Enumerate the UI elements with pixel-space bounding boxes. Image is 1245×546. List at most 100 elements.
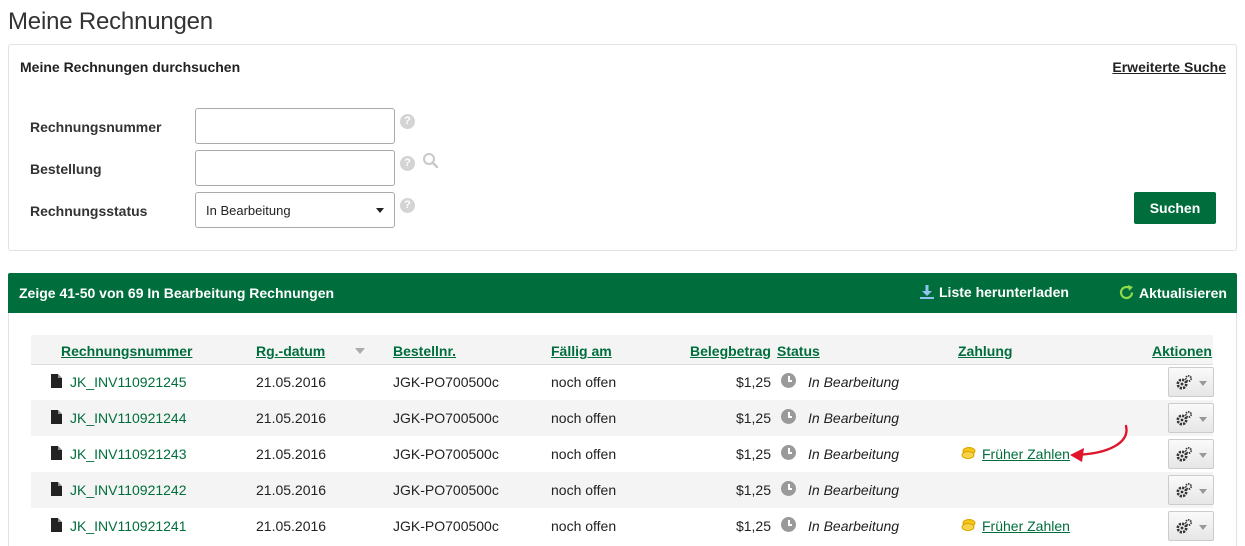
table-row: JK_INV110921245 21.05.2016 JGK-PO700500c no… [31,364,1214,400]
help-icon[interactable]: ? [400,156,415,171]
results-header: Zeige 41-50 von 69 In Bearbeitung Rechnu… [8,273,1237,313]
chevron-down-icon [1199,417,1207,422]
amount: $1,25 [735,374,771,390]
column-header-actions[interactable]: Aktionen [1152,343,1212,359]
status-select[interactable]: In Bearbeitung [195,192,395,228]
chevron-down-icon [1199,525,1207,530]
invoice-number-link[interactable]: JK_INV110921241 [70,518,187,534]
sort-descending-icon[interactable] [355,348,365,354]
due-date: noch offen [551,482,617,498]
clock-icon [781,409,796,424]
page-title: Meine Rechnungen [8,8,213,35]
download-list-label: Liste herunterladen [939,284,1069,300]
actions-menu-button[interactable] [1168,511,1214,541]
results-table-container: Rechnungsnummer Rg.-datum Bestellnr. Fäl… [8,313,1237,546]
invoice-date: 21.05.2016 [256,374,327,390]
document-icon [51,482,62,496]
clock-icon [781,517,796,532]
search-button[interactable]: Suchen [1134,192,1216,224]
download-list-button[interactable]: Liste herunterladen [919,284,1069,300]
due-date: noch offen [551,518,617,534]
due-date: noch offen [551,410,617,426]
column-header-date[interactable]: Rg.-datum [256,343,325,359]
refresh-label: Aktualisieren [1139,284,1227,301]
pay-early-link[interactable]: Früher Zahlen [982,446,1070,462]
due-date: noch offen [551,446,617,462]
gear-icon [1176,519,1192,534]
table-row: JK_INV110921243 21.05.2016 JGK-PO700500c no… [31,436,1214,472]
column-header-invoice[interactable]: Rechnungsnummer [61,343,192,359]
search-panel: Meine Rechnungen durchsuchen Erweiterte … [8,44,1237,251]
gear-icon [1176,375,1192,390]
order-number: JGK-PO700500c [393,482,499,498]
download-icon [920,285,934,299]
invoice-number-input[interactable] [195,108,395,144]
gear-icon [1176,483,1192,498]
invoice-date: 21.05.2016 [256,518,327,534]
actions-menu-button[interactable] [1168,439,1214,469]
chevron-down-icon [1199,489,1207,494]
order-number: JGK-PO700500c [393,518,499,534]
status-text: In Bearbeitung [808,518,900,534]
pay-early-link[interactable]: Früher Zahlen [982,518,1070,534]
column-header-order[interactable]: Bestellnr. [393,343,456,359]
amount: $1,25 [735,518,771,534]
refresh-icon [1119,285,1134,300]
invoice-number-link[interactable]: JK_INV110921242 [70,482,187,498]
status-label: Rechnungsstatus [30,203,148,219]
clock-icon [781,373,796,388]
status-text: In Bearbeitung [808,482,900,498]
status-text: In Bearbeitung [808,446,900,462]
invoice-date: 21.05.2016 [256,482,327,498]
invoice-number-link[interactable]: JK_INV110921243 [70,446,187,462]
status-select-value: In Bearbeitung [206,203,291,218]
order-label: Bestellung [30,161,102,177]
search-panel-title: Meine Rechnungen durchsuchen [20,59,241,75]
invoice-number-link[interactable]: JK_INV110921245 [70,374,187,390]
status-text: In Bearbeitung [808,374,900,390]
gear-icon [1176,411,1192,426]
coins-icon [961,447,976,459]
status-text: In Bearbeitung [808,410,900,426]
amount: $1,25 [735,410,771,426]
refresh-button[interactable]: Aktualisieren [1118,284,1227,301]
help-icon[interactable]: ? [400,198,415,213]
due-date: noch offen [551,374,617,390]
advanced-search-link[interactable]: Erweiterte Suche [1112,59,1226,75]
order-number: JGK-PO700500c [393,446,499,462]
table-row: JK_INV110921241 21.05.2016 JGK-PO700500c no… [31,508,1214,544]
chevron-down-icon [1199,381,1207,386]
results-summary: Zeige 41-50 von 69 In Bearbeitung Rechnu… [19,285,335,301]
amount: $1,25 [735,446,771,462]
document-icon [51,446,62,460]
annotation-arrow [1070,424,1128,462]
document-icon [51,374,62,388]
column-header-amount[interactable]: Belegbetrag [690,343,771,359]
search-icon[interactable] [422,152,439,169]
table-row: JK_INV110921242 21.05.2016 JGK-PO700500c no… [31,472,1214,508]
column-header-status[interactable]: Status [777,343,820,359]
chevron-down-icon [1199,453,1207,458]
order-number: JGK-PO700500c [393,374,499,390]
invoice-date: 21.05.2016 [256,410,327,426]
document-icon [51,518,62,532]
amount: $1,25 [735,482,771,498]
clock-icon [781,481,796,496]
actions-menu-button[interactable] [1168,367,1214,397]
document-icon [51,410,62,424]
column-header-payment[interactable]: Zahlung [958,343,1012,359]
clock-icon [781,445,796,460]
order-input[interactable] [195,150,395,186]
coins-icon [961,519,976,531]
table-row: JK_INV110921244 21.05.2016 JGK-PO700500c no… [31,400,1214,436]
column-header-due[interactable]: Fällig am [551,343,612,359]
invoice-number-link[interactable]: JK_INV110921244 [70,410,187,426]
help-icon[interactable]: ? [400,114,415,129]
invoice-number-label: Rechnungsnummer [30,119,162,135]
actions-menu-button[interactable] [1168,403,1214,433]
chevron-down-icon [376,208,384,213]
order-number: JGK-PO700500c [393,410,499,426]
gear-icon [1176,447,1192,462]
actions-menu-button[interactable] [1168,475,1214,505]
table-header: Rechnungsnummer Rg.-datum Bestellnr. Fäl… [31,335,1213,365]
